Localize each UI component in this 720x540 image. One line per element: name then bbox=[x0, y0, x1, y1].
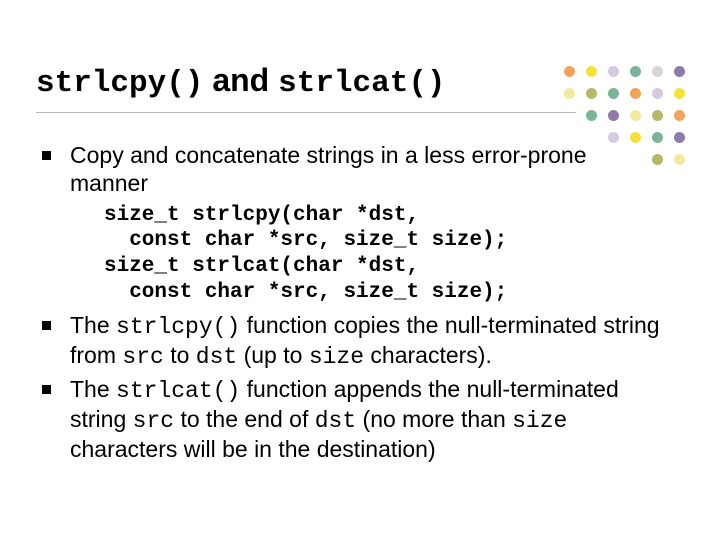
b2-t3: to bbox=[164, 342, 196, 368]
bullet-3: The strlcat() function appends the null-… bbox=[36, 375, 666, 463]
title-code-1: strlcpy() bbox=[36, 66, 203, 101]
code-line-4: const char *src, size_t size); bbox=[104, 281, 507, 304]
b3-t5: characters will be in the destination) bbox=[70, 436, 436, 462]
b2-code-size: size bbox=[309, 344, 364, 370]
b3-t4: (no more than bbox=[356, 406, 512, 432]
code-block: size_t strlcpy(char *dst, const char *sr… bbox=[104, 203, 684, 305]
title-text-and: and bbox=[203, 62, 278, 98]
b2-code-strlcpy: strlcpy() bbox=[116, 314, 240, 340]
slide-title: strlcpy() and strlcat() bbox=[36, 62, 576, 113]
b2-code-dst: dst bbox=[196, 344, 237, 370]
b2-t1: The bbox=[70, 312, 116, 338]
b3-code-size: size bbox=[512, 408, 567, 434]
b3-t3: to the end of bbox=[174, 406, 315, 432]
bullet-1-text: Copy and concatenate strings in a less e… bbox=[70, 142, 587, 196]
bullet-1: Copy and concatenate strings in a less e… bbox=[36, 141, 666, 197]
code-line-3: size_t strlcat(char *dst, bbox=[104, 255, 419, 278]
b2-t4: (up to bbox=[237, 342, 309, 368]
b3-t1: The bbox=[70, 376, 116, 402]
b3-code-strlcat: strlcat() bbox=[116, 378, 240, 404]
code-line-2: const char *src, size_t size); bbox=[104, 229, 507, 252]
bullet-list-2: The strlcpy() function copies the null-t… bbox=[36, 311, 666, 463]
b2-code-src: src bbox=[122, 344, 163, 370]
code-line-1: size_t strlcpy(char *dst, bbox=[104, 204, 419, 227]
bullet-list: Copy and concatenate strings in a less e… bbox=[36, 141, 666, 197]
bullet-2: The strlcpy() function copies the null-t… bbox=[36, 311, 666, 371]
b2-t5: characters). bbox=[364, 342, 492, 368]
slide: strlcpy() and strlcat() Copy and concate… bbox=[0, 0, 720, 540]
b3-code-src: src bbox=[133, 408, 174, 434]
b3-code-dst: dst bbox=[315, 408, 356, 434]
title-code-2: strlcat() bbox=[278, 66, 445, 101]
